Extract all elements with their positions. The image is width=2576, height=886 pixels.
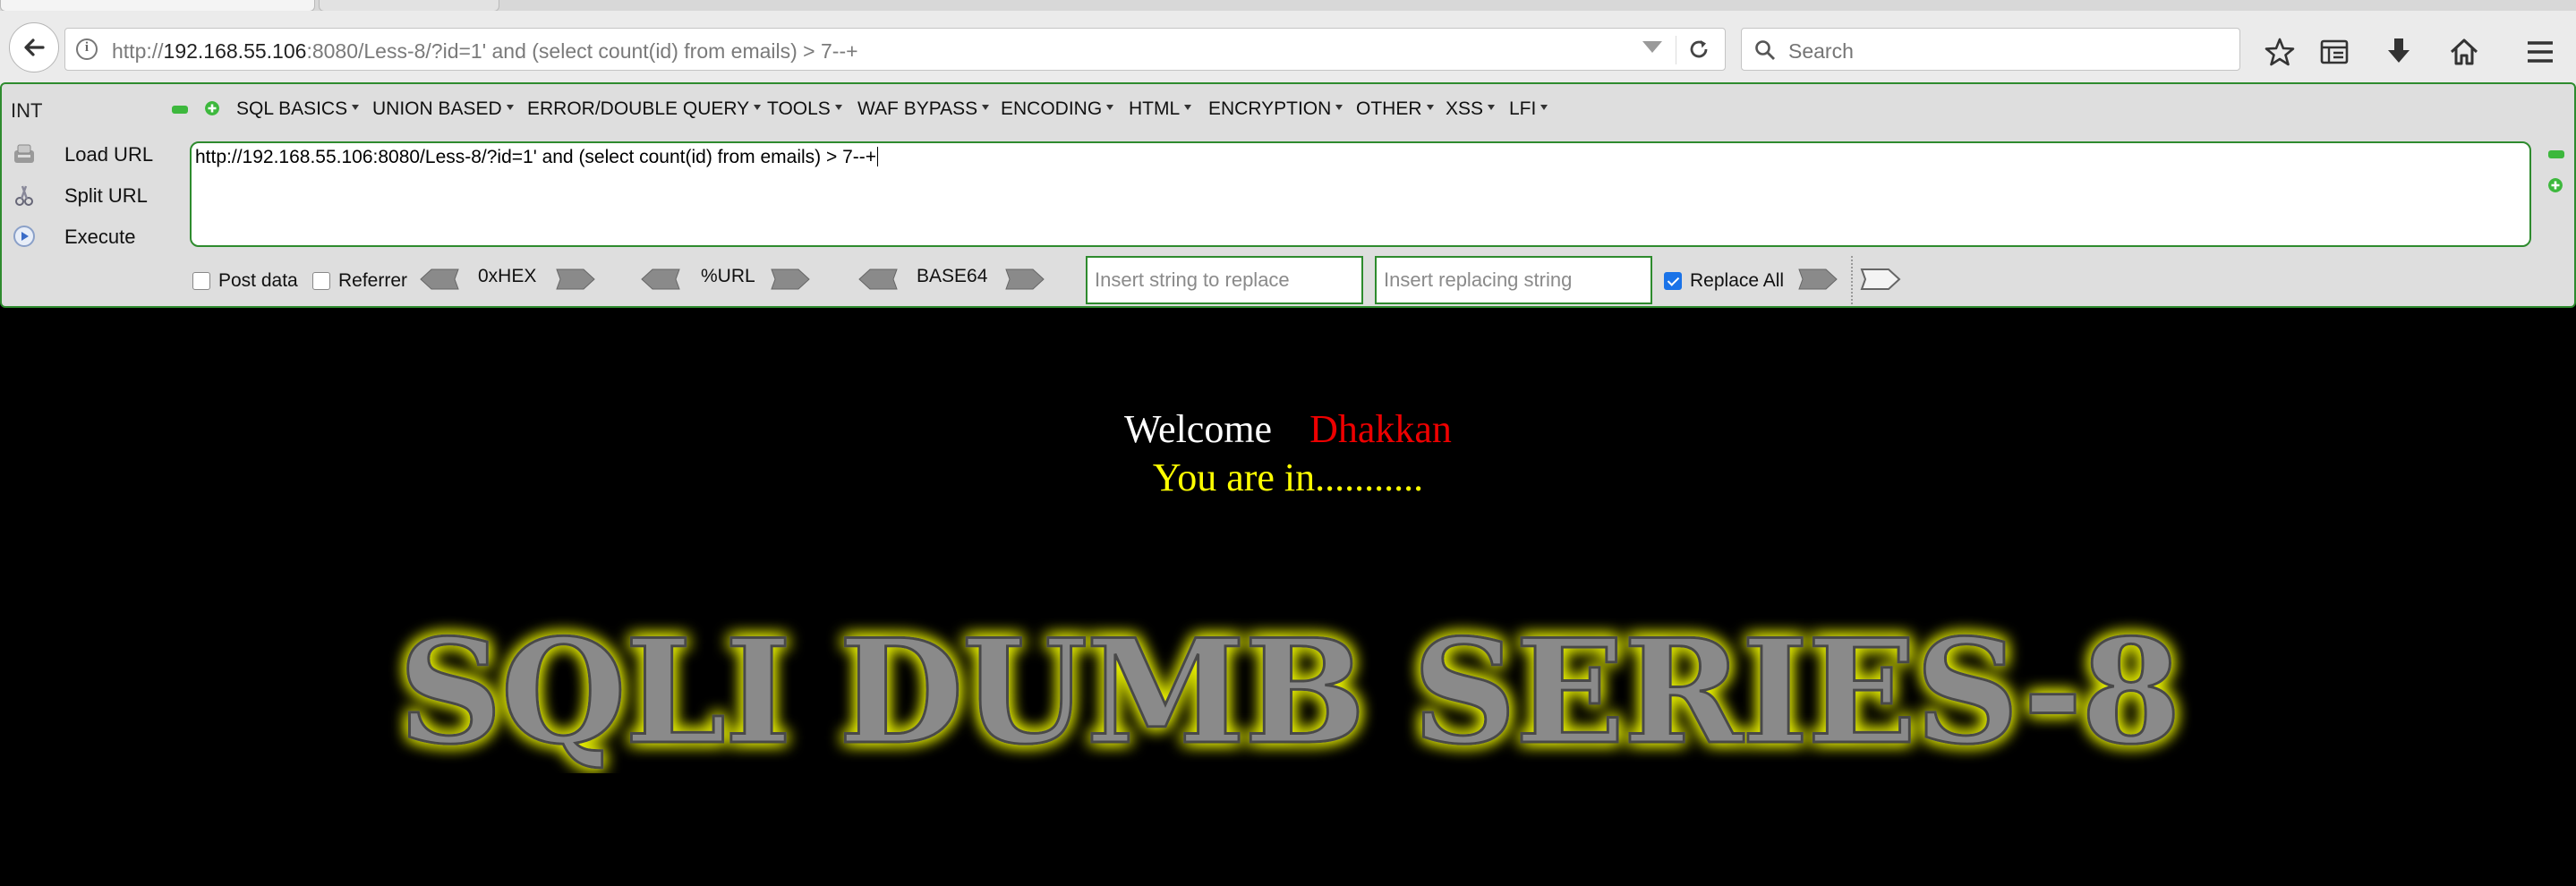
hackbar-panel: INT SQL BASICS UNION BASED ERROR/DOUBLE … bbox=[0, 82, 2576, 308]
replace-arrow-icon[interactable] bbox=[1797, 268, 1838, 291]
url-scheme: http:// bbox=[112, 39, 164, 63]
grow-textarea-icon[interactable] bbox=[2548, 178, 2563, 192]
hackbar-url-value: http://192.168.55.106:8080/Less-8/?id=1'… bbox=[195, 147, 877, 167]
menu-label: SQL BASICS bbox=[236, 98, 348, 119]
star-bookmark-icon[interactable] bbox=[2264, 36, 2296, 68]
sqli-dumb-series-banner: SQLI DUMB SERIES-8 bbox=[397, 607, 2183, 774]
scissors-icon bbox=[15, 185, 33, 206]
menu-union-based[interactable]: UNION BASED bbox=[372, 98, 514, 120]
caret-down-icon bbox=[834, 105, 842, 111]
menu-waf-bypass[interactable]: WAF BYPASS bbox=[857, 98, 990, 120]
menu-sql-basics[interactable]: SQL BASICS bbox=[236, 98, 360, 120]
hex-decode-arrow-icon[interactable] bbox=[419, 268, 460, 291]
info-icon[interactable] bbox=[76, 38, 98, 60]
menu-hamburger-icon[interactable] bbox=[2524, 36, 2556, 68]
replace-all-checkbox[interactable] bbox=[1664, 272, 1682, 290]
menu-html[interactable]: HTML bbox=[1129, 98, 1192, 120]
plus-icon[interactable] bbox=[205, 101, 219, 115]
menu-lfi[interactable]: LFI bbox=[1509, 98, 1548, 120]
menu-label: UNION BASED bbox=[372, 98, 502, 119]
menu-label: HTML bbox=[1129, 98, 1181, 119]
caret-down-icon bbox=[352, 105, 360, 111]
referrer-checkbox[interactable] bbox=[312, 272, 330, 290]
execute-play-icon bbox=[13, 226, 35, 247]
execute-label: Execute bbox=[64, 226, 136, 248]
menu-tools[interactable]: TOOLS bbox=[767, 98, 842, 120]
menu-label: TOOLS bbox=[767, 98, 831, 119]
caret-down-icon bbox=[982, 105, 990, 111]
menu-xss[interactable]: XSS bbox=[1446, 98, 1496, 120]
menu-error-double-query[interactable]: ERROR/DOUBLE QUERY bbox=[527, 98, 762, 120]
tab-strip bbox=[0, 0, 2576, 12]
menu-encryption[interactable]: ENCRYPTION bbox=[1208, 98, 1343, 120]
load-url-icon bbox=[14, 144, 34, 163]
caret-down-icon bbox=[506, 105, 514, 111]
menu-label: XSS bbox=[1446, 98, 1484, 119]
caret-down-icon bbox=[1426, 105, 1434, 111]
url-encoding-label: %URL bbox=[701, 266, 755, 286]
back-button[interactable] bbox=[9, 22, 59, 72]
search-bar[interactable] bbox=[1741, 28, 2240, 71]
caret-down-icon bbox=[754, 105, 762, 111]
split-url-label: Split URL bbox=[64, 184, 148, 207]
replacing-string-input[interactable] bbox=[1375, 256, 1652, 304]
caret-down-icon bbox=[1540, 105, 1548, 111]
home-icon[interactable] bbox=[2448, 36, 2480, 68]
base64-label: BASE64 bbox=[917, 266, 988, 286]
reading-list-icon[interactable] bbox=[2318, 36, 2350, 68]
menu-label: WAF BYPASS bbox=[857, 98, 978, 119]
menu-label: ERROR/DOUBLE QUERY bbox=[527, 98, 750, 119]
caret-down-icon bbox=[1184, 105, 1192, 111]
base64-encode-arrow-icon[interactable] bbox=[1004, 268, 1045, 291]
load-url-button[interactable]: Load URL bbox=[9, 138, 179, 172]
search-icon bbox=[1755, 40, 1775, 60]
hex-label: 0xHEX bbox=[478, 266, 537, 286]
hex-encode-arrow-icon[interactable] bbox=[555, 268, 596, 291]
download-icon[interactable] bbox=[2383, 36, 2415, 68]
address-bar-url[interactable]: http://192.168.55.106:8080/Less-8/?id=1'… bbox=[112, 39, 858, 64]
address-bar[interactable]: http://192.168.55.106:8080/Less-8/?id=1'… bbox=[64, 28, 1726, 71]
referrer-label[interactable]: Referrer bbox=[338, 270, 407, 292]
url-host: 192.168.55.106 bbox=[163, 39, 307, 63]
int-mode-label[interactable]: INT bbox=[11, 99, 42, 123]
url-decode-arrow-icon[interactable] bbox=[640, 268, 681, 291]
menu-other[interactable]: OTHER bbox=[1356, 98, 1434, 120]
caret-down-icon bbox=[1488, 105, 1496, 111]
arrow-left-icon bbox=[24, 38, 45, 56]
replace-string-input[interactable] bbox=[1086, 256, 1363, 304]
welcome-line: Welcome Dhakkan bbox=[0, 406, 2576, 452]
url-path: :8080/Less-8/?id=1' and (select count(id… bbox=[306, 39, 858, 63]
replace-all-label[interactable]: Replace All bbox=[1690, 270, 1784, 292]
split-url-button[interactable]: Split URL bbox=[9, 179, 179, 213]
menu-label: LFI bbox=[1509, 98, 1537, 119]
execute-button[interactable]: Execute bbox=[9, 220, 179, 254]
shrink-textarea-icon[interactable] bbox=[2548, 150, 2564, 158]
base64-decode-arrow-icon[interactable] bbox=[857, 268, 899, 291]
menu-label: OTHER bbox=[1356, 98, 1422, 119]
banner-text: SQLI DUMB SERIES-8 bbox=[398, 608, 2179, 773]
post-data-checkbox[interactable] bbox=[192, 272, 210, 290]
toolbar-divider bbox=[1851, 256, 1853, 304]
url-encode-arrow-icon[interactable] bbox=[770, 268, 811, 291]
replace-all-arrow-icon[interactable] bbox=[1860, 268, 1901, 291]
minus-icon[interactable] bbox=[172, 106, 188, 114]
post-data-label[interactable]: Post data bbox=[218, 270, 298, 292]
hackbar-url-textarea[interactable]: http://192.168.55.106:8080/Less-8/?id=1'… bbox=[190, 141, 2531, 247]
user-name: Dhakkan bbox=[1309, 407, 1452, 451]
menu-label: ENCODING bbox=[1001, 98, 1103, 119]
navigation-bar: http://192.168.55.106:8080/Less-8/?id=1'… bbox=[0, 11, 2576, 87]
menu-encoding[interactable]: ENCODING bbox=[1001, 98, 1114, 120]
page-content: Welcome Dhakkan You are in........... SQL… bbox=[0, 308, 2576, 886]
welcome-text: Welcome bbox=[1124, 407, 1273, 451]
history-dropdown-icon[interactable] bbox=[1642, 41, 1662, 53]
reload-icon[interactable] bbox=[1687, 38, 1710, 61]
load-url-label: Load URL bbox=[64, 143, 154, 166]
login-status-message: You are in........... bbox=[1152, 456, 1424, 499]
caret-down-icon bbox=[1106, 105, 1114, 111]
caret-down-icon bbox=[1335, 105, 1343, 111]
menu-label: ENCRYPTION bbox=[1208, 98, 1332, 119]
search-input[interactable] bbox=[1788, 39, 2218, 64]
